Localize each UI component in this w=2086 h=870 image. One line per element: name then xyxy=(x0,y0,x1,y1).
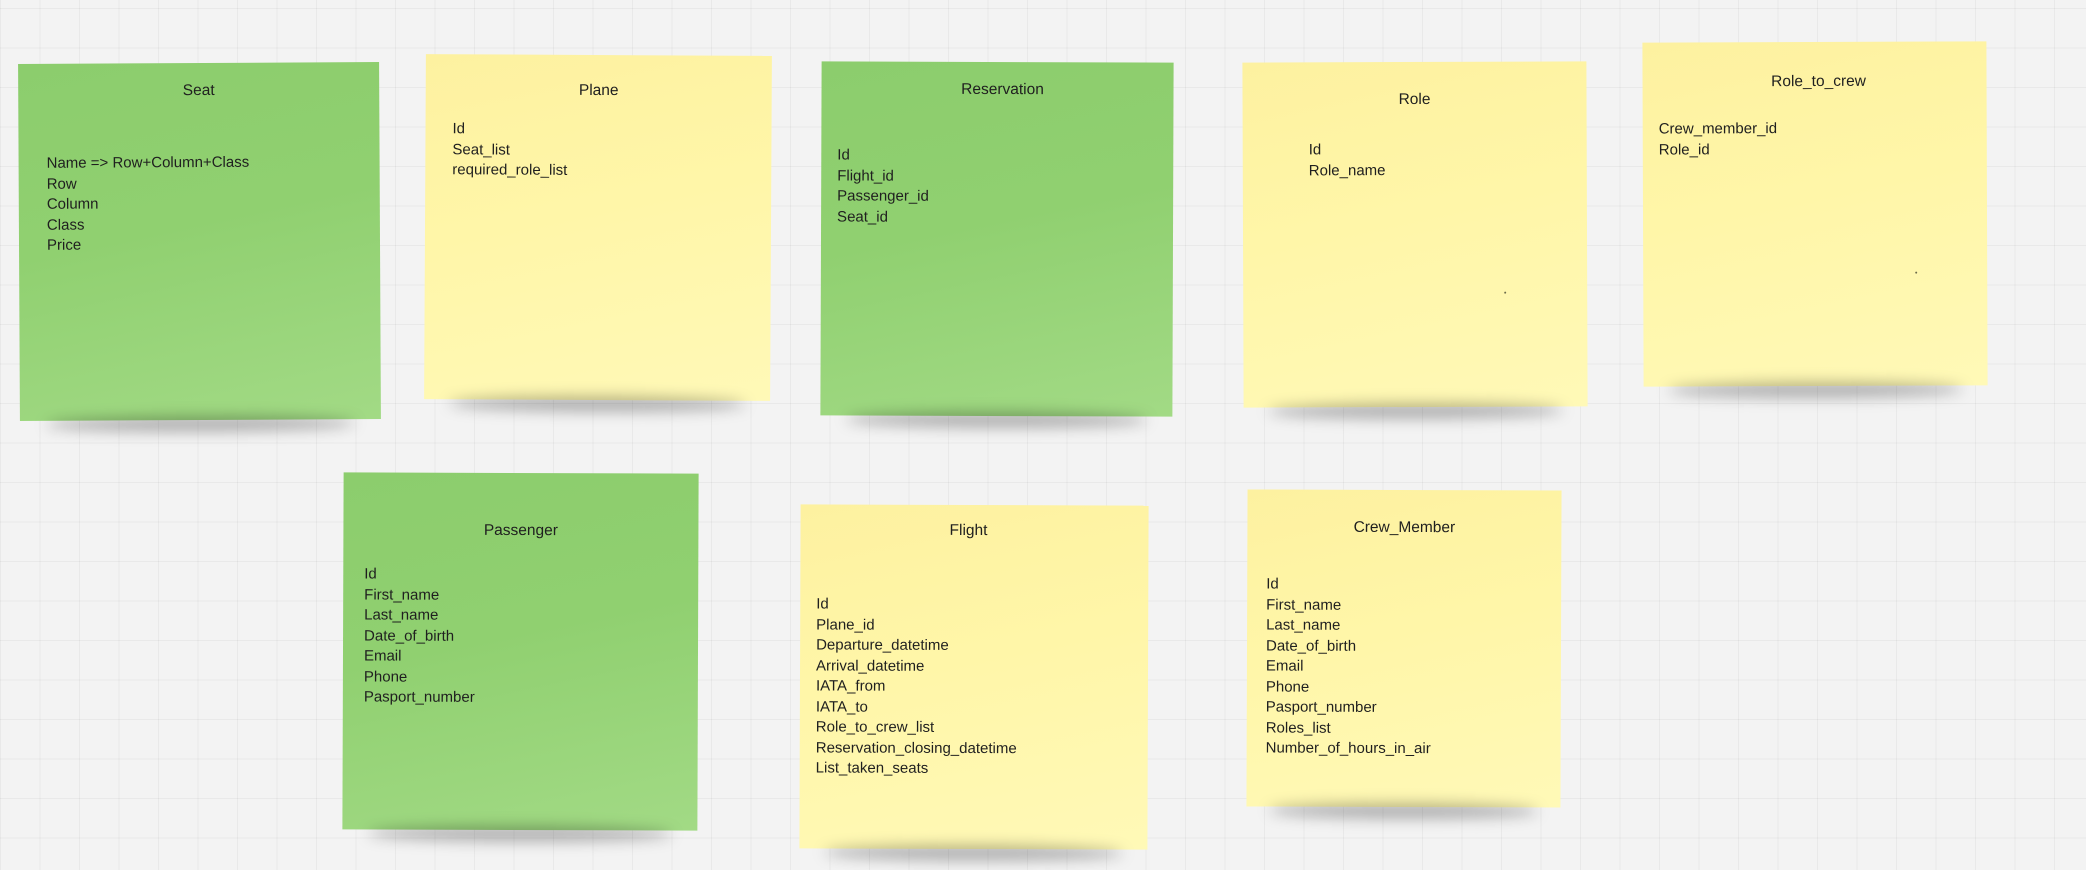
field-item: Last_name xyxy=(1266,616,1341,634)
field-item: required_role_list xyxy=(452,161,568,179)
sticky-note-crew-member[interactable]: Crew_Member Id First_name Last_name Date… xyxy=(1246,489,1562,808)
field-item: Role_to_crew_list xyxy=(815,718,935,736)
field-item: Id xyxy=(837,146,850,164)
field-item: Role_id xyxy=(1658,140,1710,159)
field-item: Phone xyxy=(1265,678,1310,696)
field-list: Name => Row+Column+Class Row Column Clas… xyxy=(47,153,250,257)
field-item: Id xyxy=(1308,141,1322,159)
sticky-note-role-to-crew[interactable]: Role_to_crew Crew_member_id Role_id xyxy=(1642,41,1988,387)
sticky-note-title: Role_to_crew xyxy=(1771,72,1866,91)
field-item: Number_of_hours_in_air xyxy=(1265,739,1431,758)
field-item: IATA_to xyxy=(815,697,868,716)
sticky-note-title: Role xyxy=(1398,90,1431,109)
field-item: Class xyxy=(46,216,85,234)
field-list: Id Seat_list required_role_list xyxy=(452,119,567,181)
field-list: Crew_member_id Role_id xyxy=(1659,119,1778,160)
field-list: Id First_name Last_name Date_of_birth Em… xyxy=(1266,575,1432,760)
whiteboard-canvas[interactable]: Seat Name => Row+Column+Class Row Column… xyxy=(0,0,2086,870)
field-item: Flight_id xyxy=(837,166,894,185)
sticky-note-role[interactable]: Role Id Role_name xyxy=(1242,61,1588,408)
field-item: Pasport_number xyxy=(363,688,475,706)
marker-dot-icon xyxy=(1504,291,1507,294)
sticky-note-title: Seat xyxy=(182,81,215,100)
field-item: Email xyxy=(1265,657,1304,675)
sticky-note-plane[interactable]: Plane Id Seat_list required_role_list xyxy=(424,54,772,401)
sticky-note-title: Flight xyxy=(949,521,988,540)
field-item: Arrival_datetime xyxy=(816,656,925,675)
field-item: Column xyxy=(46,195,99,213)
field-item: First_name xyxy=(364,585,440,604)
marker-dot-icon xyxy=(1915,271,1918,274)
field-item: Date_of_birth xyxy=(364,626,455,645)
field-item: Name => Row+Column+Class xyxy=(46,153,250,172)
field-item: Last_name xyxy=(364,606,439,624)
field-item: Passenger_id xyxy=(837,187,929,205)
field-item: Role_name xyxy=(1308,161,1386,179)
field-item: Reservation_closing_datetime xyxy=(815,738,1017,757)
field-item: Seat_list xyxy=(452,140,510,159)
field-item: Seat_id xyxy=(837,207,888,226)
field-item: Id xyxy=(816,595,829,613)
sticky-note-title: Passenger xyxy=(483,521,558,540)
field-item: IATA_from xyxy=(815,677,886,695)
sticky-note-title: Reservation xyxy=(961,80,1044,99)
field-item: Departure_datetime xyxy=(816,636,949,654)
field-item: Pasport_number xyxy=(1265,698,1377,716)
field-item: List_taken_seats xyxy=(815,759,929,777)
field-item: Email xyxy=(363,647,402,665)
field-item: First_name xyxy=(1266,596,1342,614)
field-item: Id xyxy=(364,565,377,583)
field-item: Roles_list xyxy=(1265,719,1331,737)
sticky-note-title: Plane xyxy=(578,81,619,100)
sticky-note-seat[interactable]: Seat Name => Row+Column+Class Row Column… xyxy=(18,62,381,421)
field-item: Phone xyxy=(363,667,408,686)
field-item: Id xyxy=(1266,575,1279,593)
field-list: Id First_name Last_name Date_of_birth Em… xyxy=(364,564,475,708)
field-list: Id Flight_id Passenger_id Seat_id xyxy=(837,145,929,227)
field-list: Id Role_name xyxy=(1309,140,1386,181)
field-item: Id xyxy=(452,120,466,138)
field-item: Crew_member_id xyxy=(1658,120,1778,138)
sticky-note-flight[interactable]: Flight Id Plane_id Departure_datetime Ar… xyxy=(799,504,1149,850)
field-item: Row xyxy=(46,175,77,193)
sticky-note-passenger[interactable]: Passenger Id First_name Last_name Date_o… xyxy=(342,472,699,831)
field-item: Date_of_birth xyxy=(1265,637,1357,655)
sticky-note-reservation[interactable]: Reservation Id Flight_id Passenger_id Se… xyxy=(820,61,1174,417)
field-item: Price xyxy=(46,236,82,254)
field-list: Id Plane_id Departure_datetime Arrival_d… xyxy=(816,594,1018,779)
field-item: Plane_id xyxy=(816,615,875,634)
sticky-note-title: Crew_Member xyxy=(1353,518,1456,537)
